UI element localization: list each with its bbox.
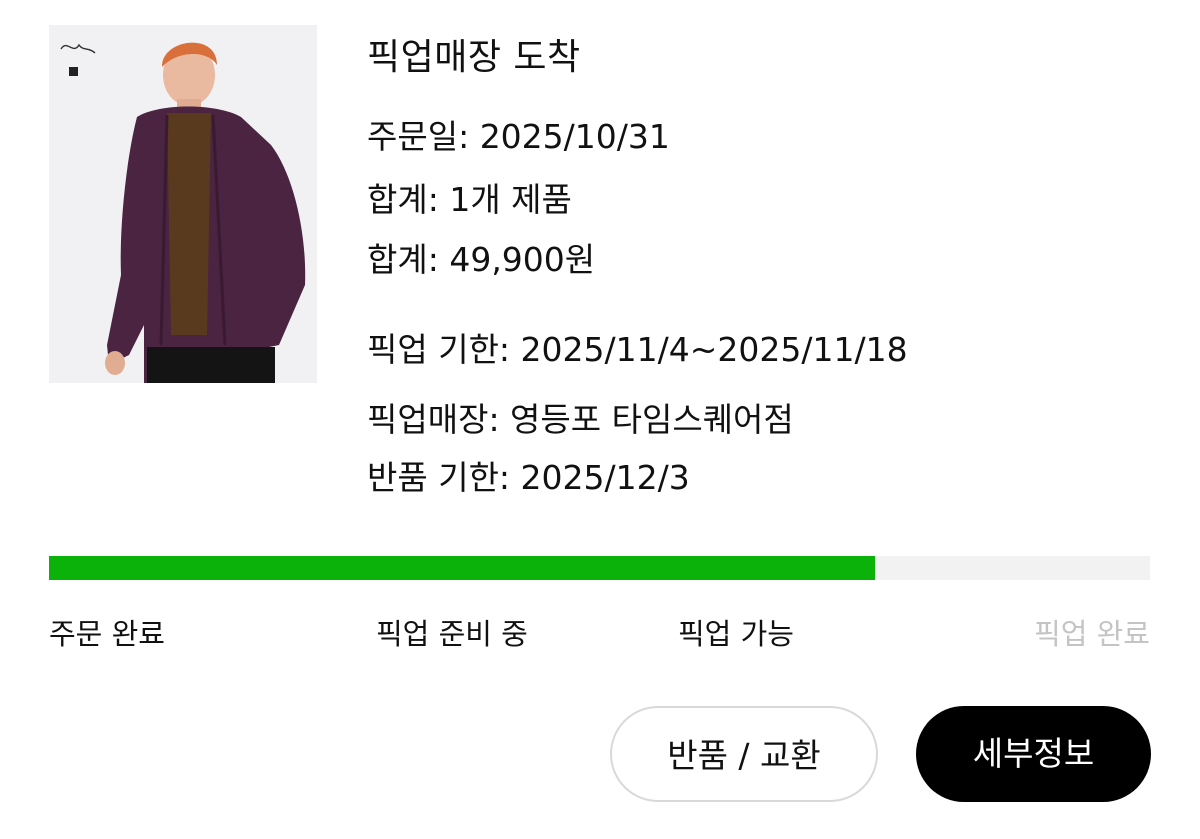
order-total-price: 합계: 49,900원	[367, 240, 596, 279]
step-pickup-complete: 픽업 완료	[1034, 617, 1150, 651]
step-ready-for-pickup: 픽업 가능	[678, 617, 794, 651]
details-button[interactable]: 세부정보	[916, 706, 1151, 802]
progress-bar-fill	[49, 556, 875, 580]
progress-bar	[49, 556, 1150, 580]
return-exchange-button[interactable]: 반품 / 교환	[610, 706, 878, 802]
step-preparing-pickup: 픽업 준비 중	[376, 617, 528, 651]
order-status-title: 픽업매장 도착	[367, 37, 581, 78]
pickup-deadline: 픽업 기한: 2025/11/4~2025/11/18	[367, 330, 908, 369]
brand-tag	[69, 67, 78, 76]
order-item-count: 합계: 1개 제품	[367, 180, 572, 219]
step-order-complete: 주문 완료	[49, 617, 165, 651]
pickup-store: 픽업매장: 영등포 타임스퀘어점	[367, 400, 794, 439]
return-deadline: 반품 기한: 2025/12/3	[367, 458, 690, 497]
order-date: 주문일: 2025/10/31	[367, 117, 670, 156]
product-image[interactable]	[49, 25, 317, 383]
product-photo	[49, 25, 317, 383]
